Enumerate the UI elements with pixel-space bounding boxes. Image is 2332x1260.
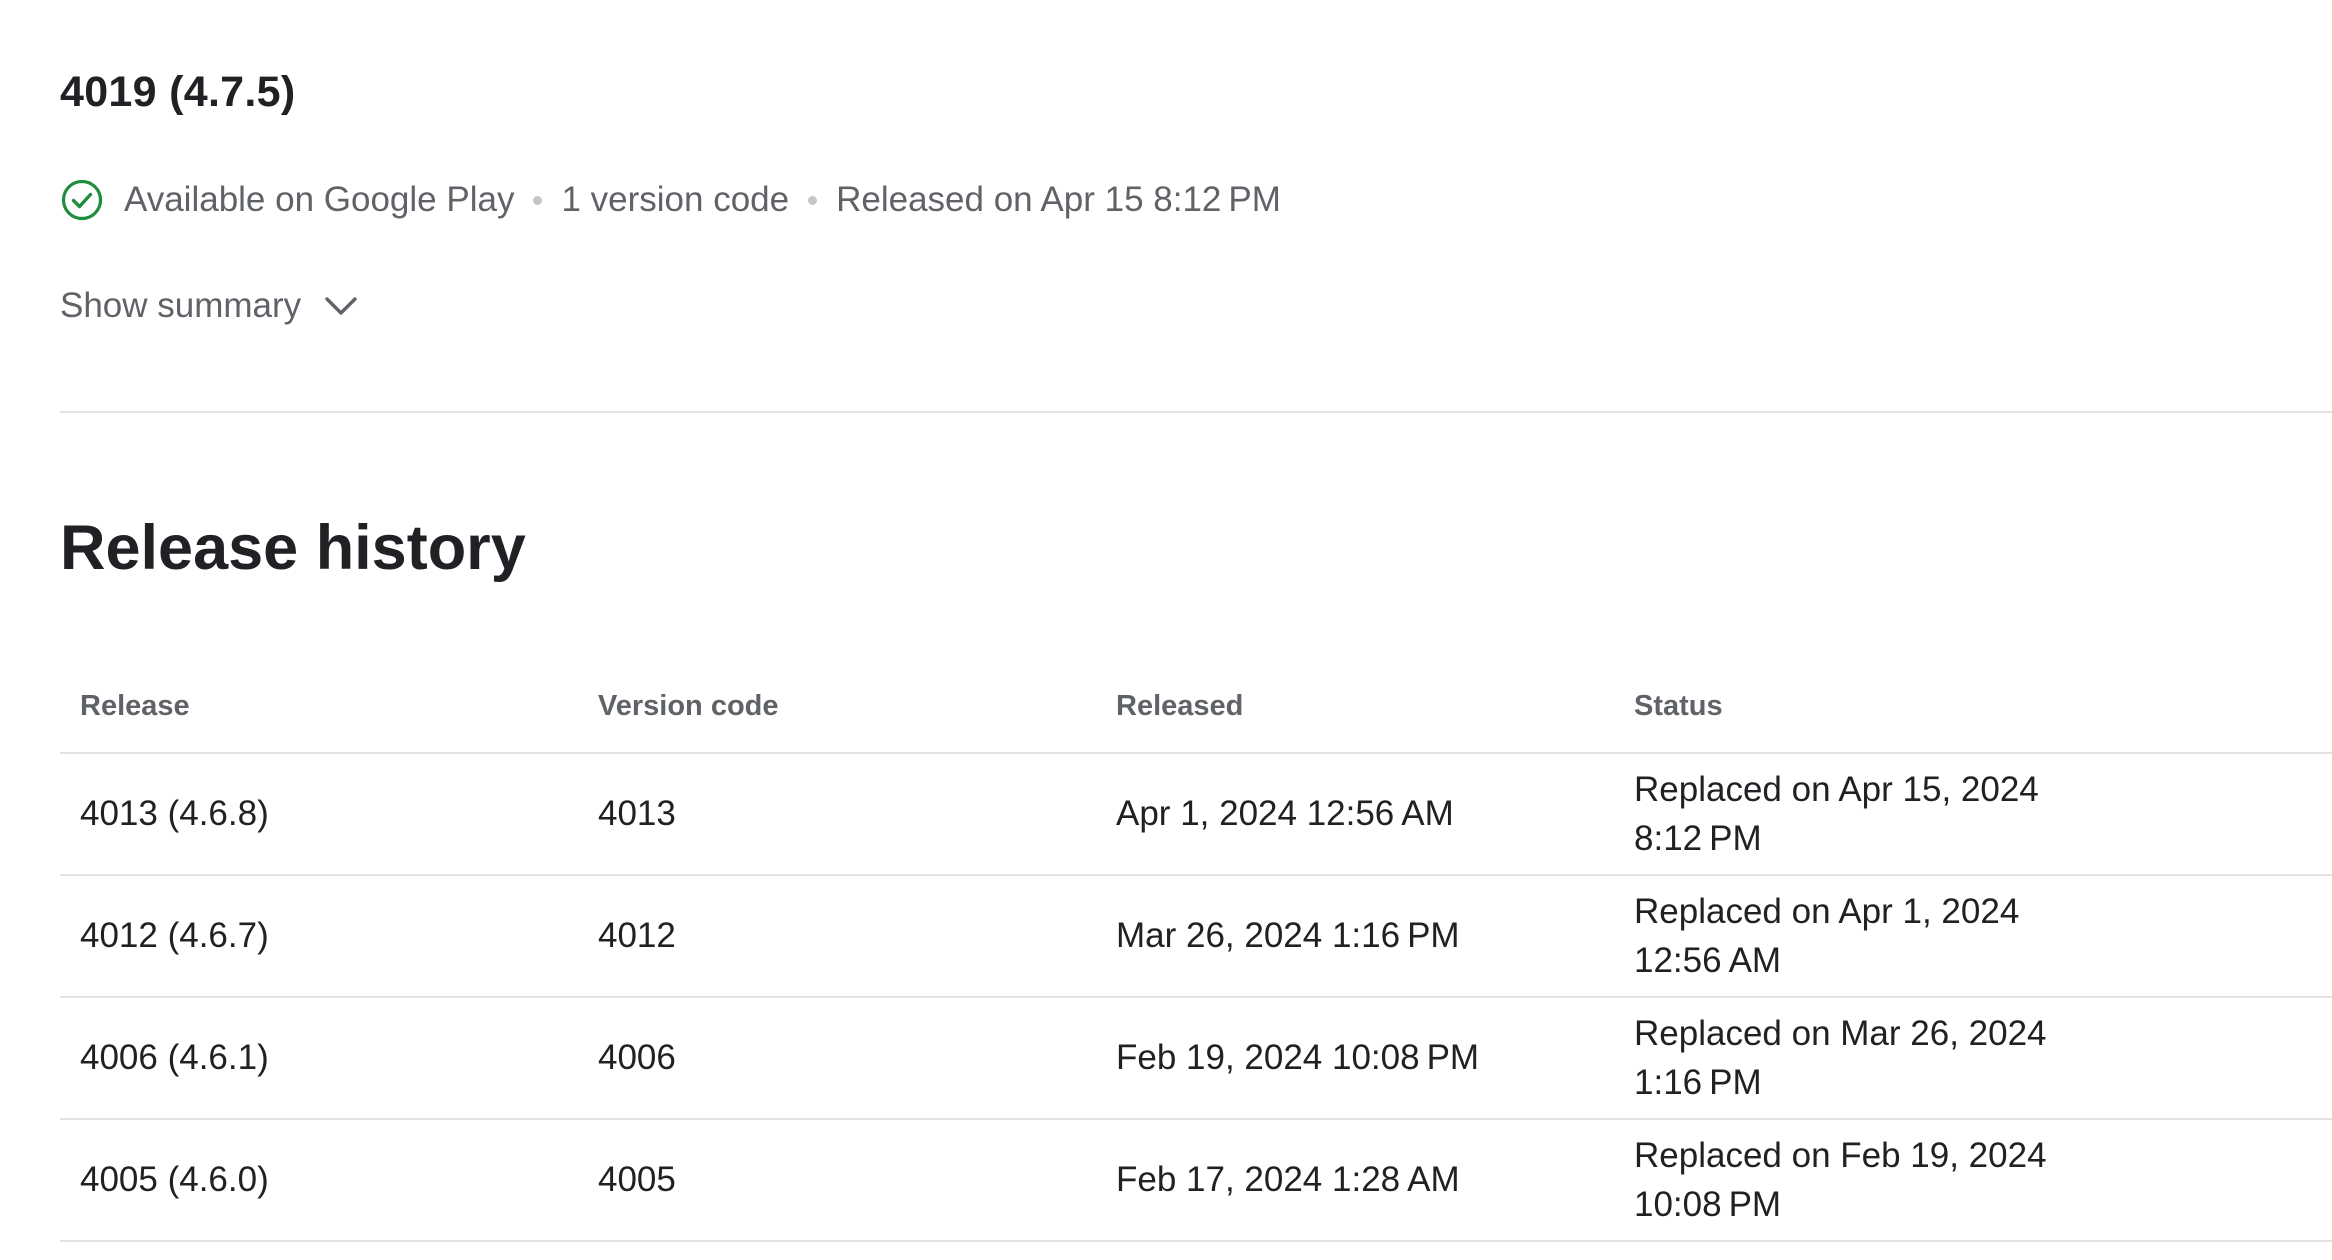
- release-cell: 4013 (4.6.8): [80, 794, 269, 833]
- table-row[interactable]: 4012 (4.6.7) 4012 Mar 26, 2024 1:16 PM R…: [60, 876, 2332, 998]
- release-status-text: Available on Google Play: [124, 180, 515, 219]
- check-circle-icon: [60, 178, 104, 222]
- version-code-cell: 4012: [598, 916, 676, 955]
- column-header-released: Released: [1116, 689, 1244, 722]
- release-cell: 4005 (4.6.0): [80, 1160, 269, 1199]
- status-cell: Replaced on Apr 15, 2024 8:12 PM: [1634, 770, 2039, 858]
- dot-separator: [808, 195, 818, 205]
- version-code-cell: 4006: [598, 1038, 676, 1077]
- release-history-table: Release Version code Released Status 401…: [60, 660, 2332, 1242]
- release-history-title: Release history: [60, 513, 526, 583]
- release-title: 4019 (4.7.5): [60, 68, 296, 116]
- release-meta-row: Available on Google Play 1 version code …: [60, 170, 1281, 230]
- column-header-version-code: Version code: [598, 689, 779, 722]
- column-header-release: Release: [80, 689, 190, 722]
- released-cell: Mar 26, 2024 1:16 PM: [1116, 916, 1460, 955]
- table-row[interactable]: 4013 (4.6.8) 4013 Apr 1, 2024 12:56 AM R…: [60, 754, 2332, 876]
- section-divider: [60, 411, 2332, 413]
- status-cell: Replaced on Apr 1, 2024 12:56 AM: [1634, 892, 2020, 980]
- column-header-status: Status: [1634, 689, 1723, 722]
- version-code-cell: 4005: [598, 1160, 676, 1199]
- status-cell: Replaced on Mar 26, 2024 1:16 PM: [1634, 1014, 2047, 1102]
- show-summary-button[interactable]: Show summary: [60, 276, 361, 336]
- show-summary-label: Show summary: [60, 286, 302, 325]
- table-row[interactable]: 4006 (4.6.1) 4006 Feb 19, 2024 10:08 PM …: [60, 998, 2332, 1120]
- table-header-row: Release Version code Released Status: [60, 660, 2332, 754]
- release-cell: 4012 (4.6.7): [80, 916, 269, 955]
- version-code-cell: 4013: [598, 794, 676, 833]
- released-cell: Apr 1, 2024 12:56 AM: [1116, 794, 1454, 833]
- status-cell: Replaced on Feb 19, 2024 10:08 PM: [1634, 1136, 2047, 1224]
- release-cell: 4006 (4.6.1): [80, 1038, 269, 1077]
- released-cell: Feb 19, 2024 10:08 PM: [1116, 1038, 1480, 1077]
- release-details-page: 4019 (4.7.5) Available on Google Play 1 …: [0, 0, 2332, 1260]
- dot-separator: [533, 195, 543, 205]
- released-cell: Feb 17, 2024 1:28 AM: [1116, 1160, 1460, 1199]
- release-date-text: Released on Apr 15 8:12 PM: [836, 180, 1281, 219]
- chevron-down-icon: [321, 286, 361, 326]
- version-code-count: 1 version code: [561, 180, 790, 219]
- table-row[interactable]: 4005 (4.6.0) 4005 Feb 17, 2024 1:28 AM R…: [60, 1120, 2332, 1242]
